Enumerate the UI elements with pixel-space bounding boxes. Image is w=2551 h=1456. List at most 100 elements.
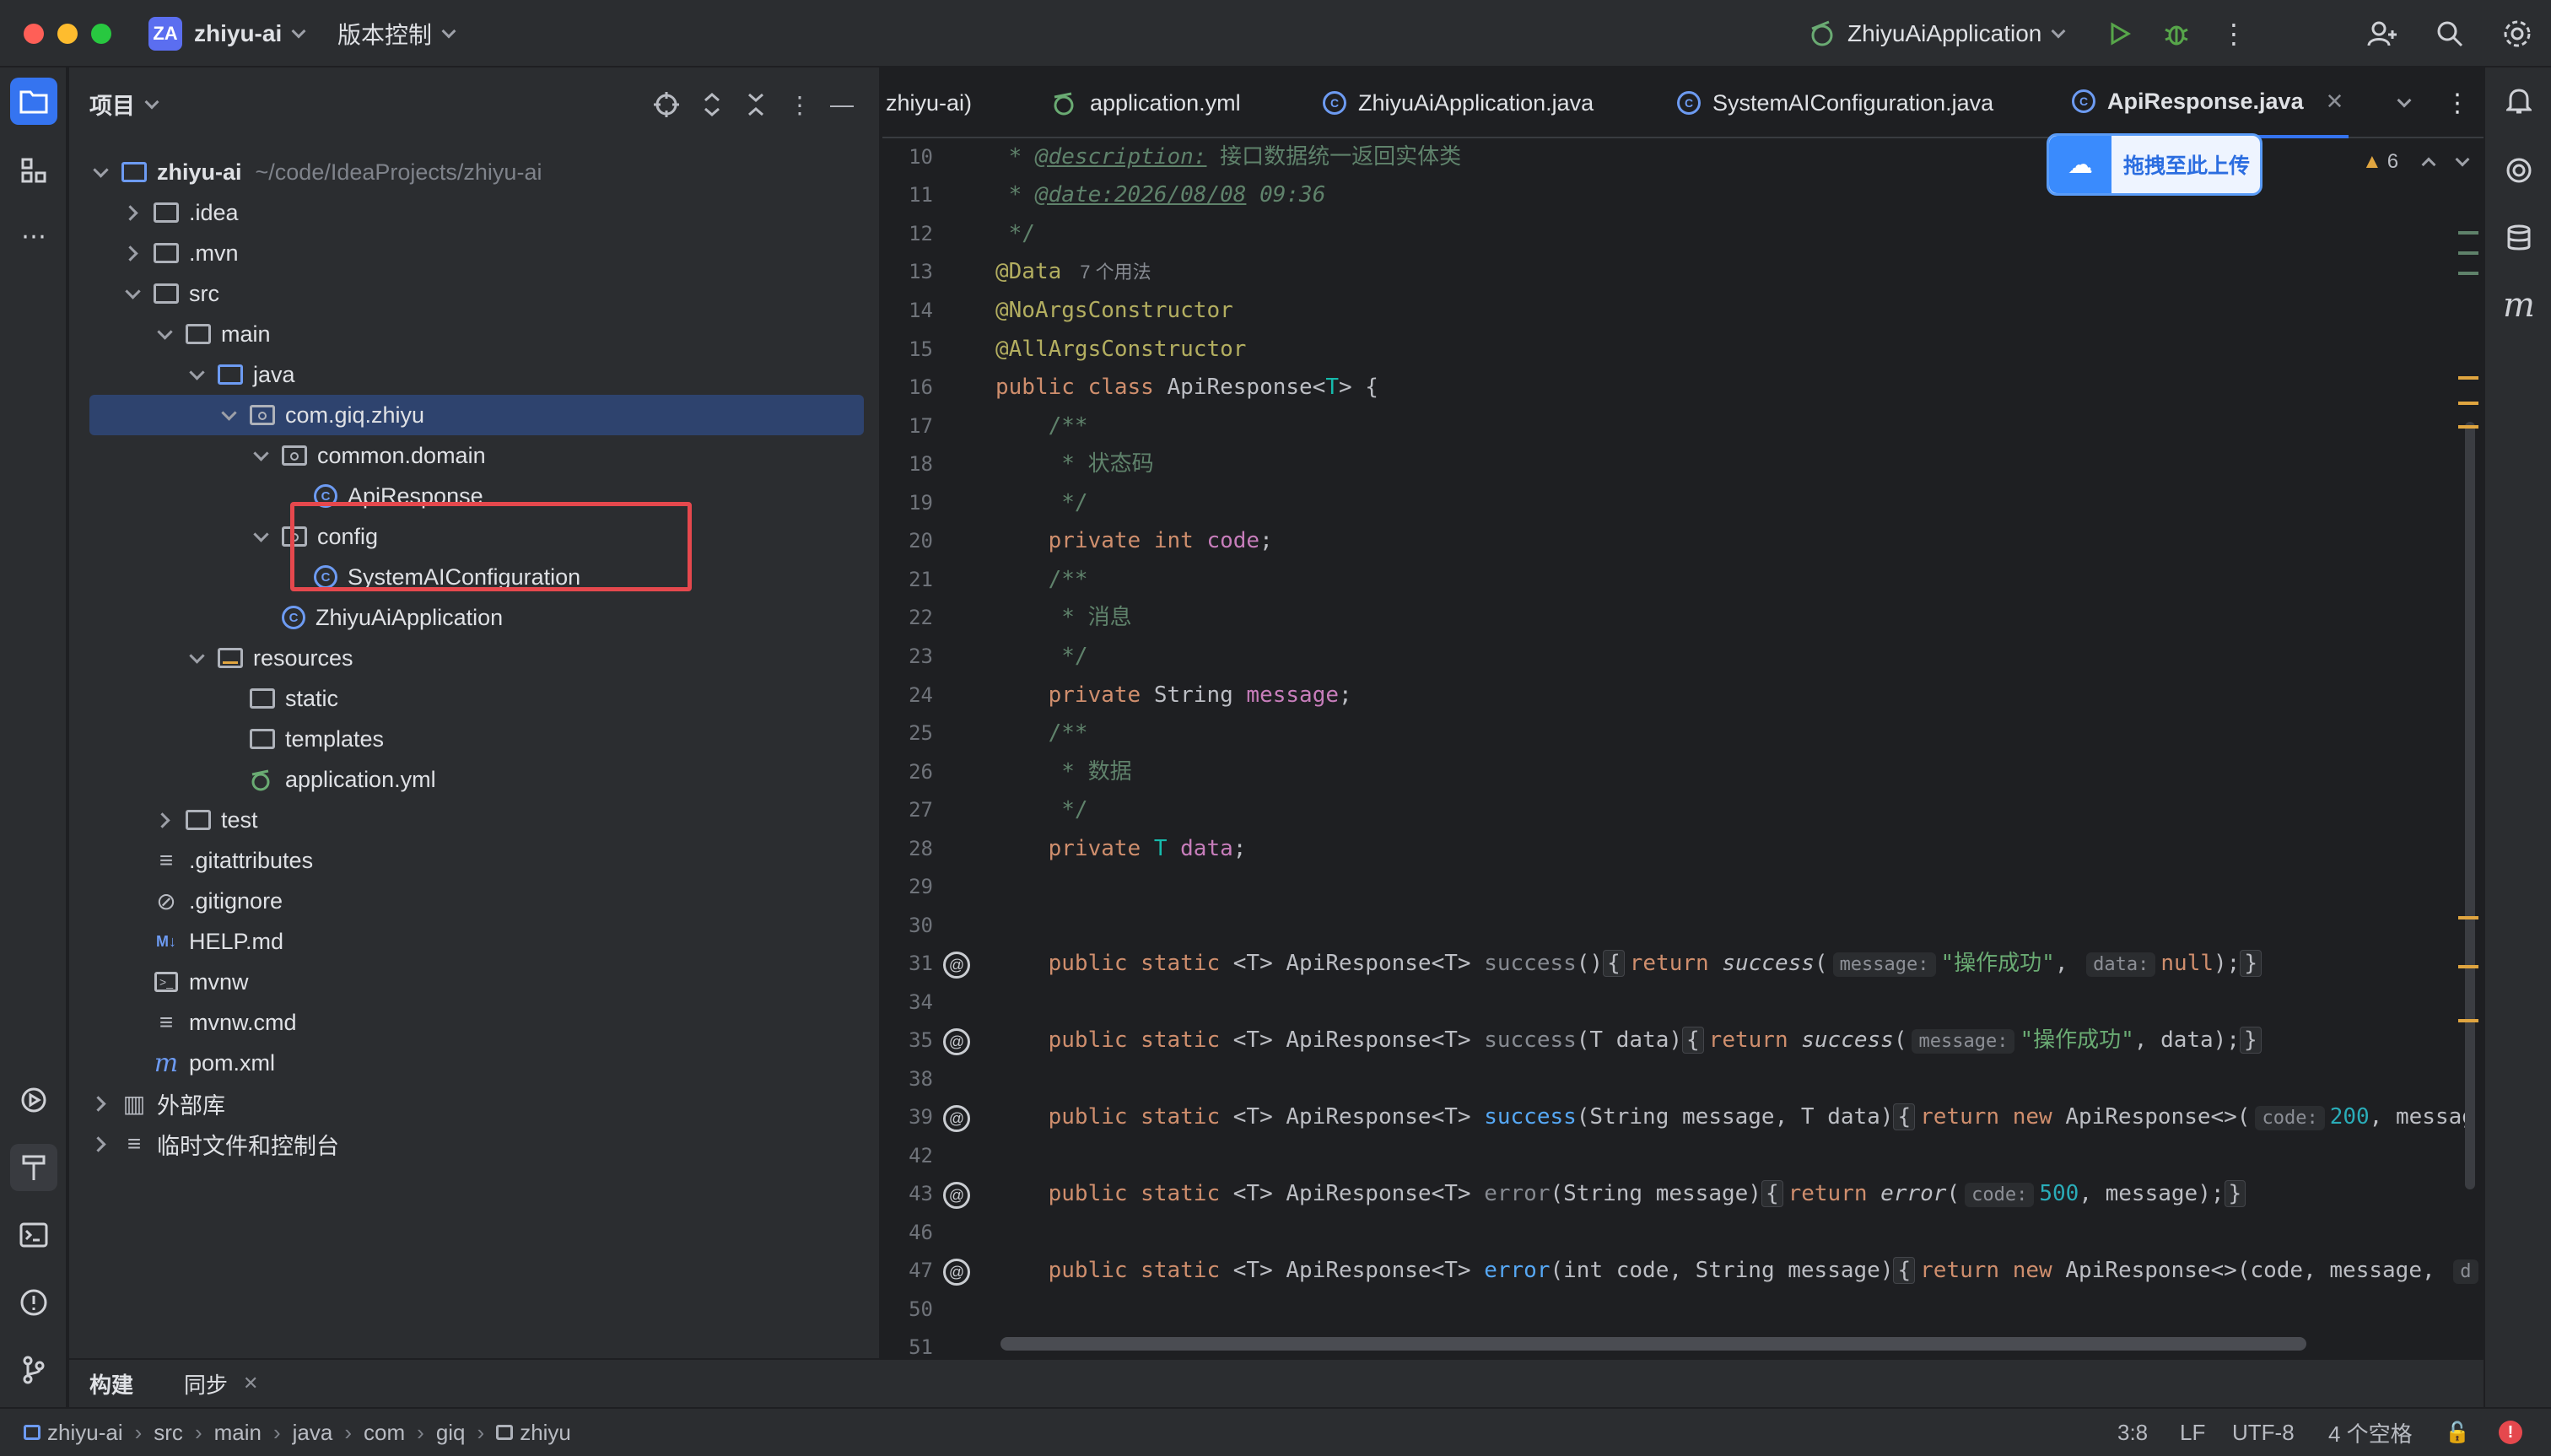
code-line[interactable]: public static <T> ApiResponse<T> success… bbox=[995, 1098, 2475, 1135]
add-user-icon[interactable] bbox=[2364, 15, 2401, 52]
code-line[interactable]: @NoArgsConstructor bbox=[995, 292, 1233, 329]
expand-all-icon[interactable] bbox=[695, 88, 729, 121]
code-line[interactable]: private String message; bbox=[995, 677, 1352, 714]
zoom-window-button[interactable] bbox=[91, 24, 111, 44]
chevron-down-icon[interactable] bbox=[219, 406, 238, 424]
code-line[interactable]: public class ApiResponse<T> { bbox=[995, 369, 1378, 406]
tree-item[interactable]: C ZhiyuAiApplication bbox=[69, 597, 881, 638]
tree-item[interactable]: ⊘ .gitignore bbox=[69, 881, 881, 921]
next-highlight-icon[interactable] bbox=[2455, 152, 2470, 167]
build-tool-button[interactable] bbox=[10, 1144, 57, 1191]
horizontal-scrollbar[interactable] bbox=[1000, 1337, 2306, 1351]
close-tab-icon[interactable]: ✕ bbox=[243, 1372, 258, 1394]
tab-zhiyuaiapplication-java[interactable]: C ZhiyuAiApplication.java bbox=[1323, 67, 1594, 138]
breadcrumb-item[interactable]: giq bbox=[436, 1420, 466, 1446]
code-line[interactable]: /** bbox=[995, 715, 1088, 752]
code-line[interactable]: @AllArgsConstructor bbox=[995, 331, 1246, 368]
breadcrumb-item[interactable]: com bbox=[364, 1420, 405, 1446]
breadcrumb-item[interactable]: src bbox=[154, 1420, 183, 1446]
chevron-right-icon[interactable] bbox=[91, 1094, 110, 1113]
settings-gear-icon[interactable] bbox=[2499, 15, 2536, 52]
vcs-menu[interactable]: 版本控制 bbox=[337, 0, 456, 67]
git-tool-button[interactable] bbox=[10, 1346, 57, 1394]
code-line[interactable]: */ bbox=[995, 484, 1087, 521]
collapse-all-icon[interactable] bbox=[739, 88, 773, 121]
services-tool-button[interactable] bbox=[10, 1076, 57, 1124]
tree-item[interactable]: main bbox=[69, 314, 881, 354]
run-config-selector[interactable]: ZhiyuAiApplication bbox=[1805, 0, 2066, 67]
tree-item[interactable]: ▥ 外部库 bbox=[69, 1083, 881, 1124]
tree-item[interactable]: test bbox=[69, 800, 881, 840]
tree-item[interactable]: resources bbox=[69, 638, 881, 678]
tree-item[interactable]: .idea bbox=[69, 192, 881, 233]
tree-item[interactable]: zhiyu-ai ~/code/IdeaProjects/zhiyu-ai bbox=[69, 152, 881, 192]
code-line[interactable]: /** bbox=[995, 407, 1088, 445]
close-window-button[interactable] bbox=[24, 24, 44, 44]
debug-icon[interactable] bbox=[2158, 15, 2195, 52]
error-indicator-icon[interactable]: ! bbox=[2499, 1421, 2522, 1444]
previous-highlight-icon[interactable] bbox=[2421, 157, 2436, 172]
chevron-down-icon[interactable] bbox=[187, 365, 206, 384]
structure-tool-button[interactable] bbox=[10, 147, 57, 194]
tab-systemaiconfiguration-java[interactable]: C SystemAIConfiguration.java bbox=[1677, 67, 1993, 138]
code-line[interactable]: */ bbox=[995, 791, 1087, 828]
notifications-bell-icon[interactable] bbox=[2495, 78, 2543, 125]
code-line[interactable]: * 数据 bbox=[995, 753, 1131, 790]
terminal-tool-button[interactable] bbox=[10, 1211, 57, 1259]
chevron-right-icon[interactable] bbox=[123, 244, 142, 262]
run-icon[interactable] bbox=[2101, 15, 2138, 52]
inspection-widget[interactable]: ▲ 6 bbox=[2362, 150, 2470, 174]
tree-item[interactable]: m pom.xml bbox=[69, 1043, 881, 1083]
tree-item[interactable]: com.giq.zhiyu bbox=[89, 395, 864, 435]
override-marker-icon[interactable]: @ bbox=[943, 1105, 970, 1132]
code-line[interactable]: private T data; bbox=[995, 830, 1247, 867]
breadcrumb-item[interactable]: java bbox=[293, 1420, 333, 1446]
code-line[interactable]: public static <T> ApiResponse<T> error(i… bbox=[995, 1252, 2484, 1289]
more-actions-icon[interactable]: ⋮ bbox=[2215, 15, 2252, 52]
tab-build[interactable]: 构建 bbox=[89, 1368, 133, 1399]
tree-item[interactable]: M↓ HELP.md bbox=[69, 921, 881, 962]
override-marker-icon[interactable]: @ bbox=[943, 952, 970, 979]
more-tools-icon[interactable]: ⋯ bbox=[10, 213, 57, 260]
breadcrumb-item[interactable]: zhiyu bbox=[520, 1420, 571, 1446]
tree-item[interactable]: common.domain bbox=[69, 435, 881, 476]
chevron-down-icon[interactable] bbox=[155, 325, 174, 343]
override-marker-icon[interactable]: @ bbox=[943, 1028, 970, 1055]
minimize-window-button[interactable] bbox=[57, 24, 78, 44]
options-icon[interactable]: ⋮ bbox=[783, 88, 817, 121]
chevron-down-icon[interactable] bbox=[187, 649, 206, 667]
tree-item[interactable]: .mvn bbox=[69, 233, 881, 273]
code-line[interactable]: */ bbox=[995, 215, 1035, 252]
tab-sync[interactable]: 同步 bbox=[184, 1368, 228, 1399]
lock-icon[interactable]: 🔓 bbox=[2445, 1421, 2470, 1445]
project-tool-button[interactable] bbox=[10, 78, 57, 125]
override-marker-icon[interactable]: @ bbox=[943, 1259, 970, 1286]
tree-item[interactable]: src bbox=[69, 273, 881, 314]
chevron-right-icon[interactable] bbox=[123, 203, 142, 222]
override-marker-icon[interactable]: @ bbox=[943, 1182, 970, 1209]
code-line[interactable]: * @description: 接口数据统一返回实体类 bbox=[995, 138, 1461, 175]
ai-assistant-icon[interactable] bbox=[2495, 147, 2543, 194]
chevron-down-icon[interactable] bbox=[251, 446, 270, 465]
tree-item[interactable]: >_ mvnw bbox=[69, 962, 881, 1002]
tab-zhiyu-ai[interactable]: zhiyu-ai) bbox=[886, 67, 972, 138]
close-tab-icon[interactable]: ✕ bbox=[2326, 89, 2344, 115]
tree-item[interactable]: java bbox=[69, 354, 881, 395]
database-icon[interactable] bbox=[2495, 214, 2543, 262]
upload-drop-button[interactable]: ☁ 拖拽至此上传 bbox=[2047, 133, 2262, 196]
vertical-scrollbar[interactable] bbox=[2465, 422, 2475, 1189]
code-line[interactable]: public static <T> ApiResponse<T> error(S… bbox=[995, 1175, 2246, 1212]
code-line[interactable]: @Data 7 个用法 bbox=[995, 253, 1151, 290]
project-view-selector[interactable]: 项目 bbox=[89, 88, 159, 121]
tabs-dropdown-icon[interactable] bbox=[2397, 67, 2412, 138]
maven-icon[interactable]: m bbox=[2495, 282, 2543, 329]
file-encoding[interactable]: UTF-8 bbox=[2232, 1420, 2295, 1446]
breadcrumb-item[interactable]: zhiyu-ai bbox=[47, 1420, 123, 1446]
indent-setting[interactable]: 4 个空格 bbox=[2328, 1417, 2413, 1448]
code-line[interactable]: private int code; bbox=[995, 522, 1273, 559]
chevron-down-icon[interactable] bbox=[123, 284, 142, 303]
project-selector[interactable]: ZA zhiyu-ai bbox=[148, 0, 306, 67]
code-line[interactable]: * @date:2026/08/08 09:36 bbox=[995, 176, 1326, 213]
code-line[interactable]: * 消息 bbox=[995, 599, 1131, 636]
tab-application-yml[interactable]: application.yml bbox=[1051, 67, 1241, 138]
